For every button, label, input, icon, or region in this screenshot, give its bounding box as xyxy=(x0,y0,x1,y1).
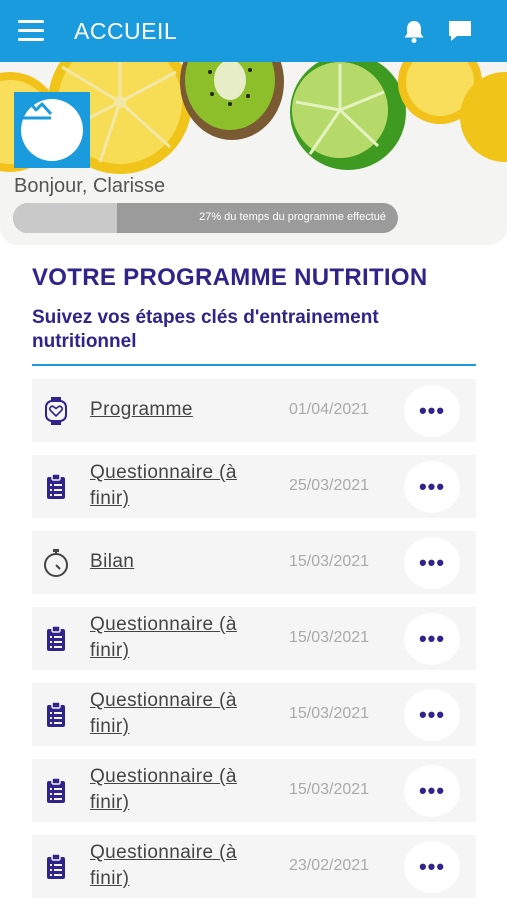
bell-icon[interactable] xyxy=(401,18,427,44)
section-subtitle: Suivez vos étapes clés d'entrainement nu… xyxy=(32,307,379,352)
step-date: 01/04/2021 xyxy=(289,401,370,418)
greeting-text: Bonjour, Clarisse xyxy=(14,175,166,197)
step-link[interactable]: Questionnaire (à finir) xyxy=(90,612,270,664)
step-date: 25/03/2021 xyxy=(289,477,370,494)
step-link[interactable]: Programme xyxy=(90,397,270,423)
step-row[interactable]: Questionnaire (à finir) 15/03/2021 ••• xyxy=(32,683,476,746)
more-options-button[interactable]: ••• xyxy=(404,689,460,741)
step-row[interactable]: Questionnaire (à finir) 15/03/2021 ••• xyxy=(32,759,476,822)
clipboard-icon xyxy=(42,624,70,654)
progress-fill xyxy=(13,203,117,233)
hero-banner: Bonjour, Clarisse 27% du temps du progra… xyxy=(0,62,507,245)
step-row[interactable]: Questionnaire (à finir) 23/02/2021 ••• xyxy=(32,835,476,898)
step-link[interactable]: Bilan xyxy=(90,549,270,575)
step-date: 15/03/2021 xyxy=(289,553,370,570)
step-row[interactable]: Questionnaire (à finir) 15/03/2021 ••• xyxy=(32,607,476,670)
more-options-button[interactable]: ••• xyxy=(404,461,460,513)
divider xyxy=(32,364,476,366)
steps-list: Programme 01/04/2021 ••• Questionnaire (à f… xyxy=(32,379,476,911)
clipboard-icon xyxy=(42,776,70,806)
step-link[interactable]: Questionnaire (à finir) xyxy=(90,840,270,892)
app-logo xyxy=(14,92,90,168)
more-options-button[interactable]: ••• xyxy=(404,841,460,893)
step-date: 15/03/2021 xyxy=(289,629,370,646)
stopwatch-icon xyxy=(42,548,70,578)
clipboard-icon xyxy=(42,700,70,730)
clipboard-icon xyxy=(42,472,70,502)
step-row[interactable]: Questionnaire (à finir) 25/03/2021 ••• xyxy=(32,455,476,518)
clipboard-icon xyxy=(42,852,70,882)
mountain-logo-icon xyxy=(15,98,53,120)
step-link[interactable]: Questionnaire (à finir) xyxy=(90,764,270,816)
step-link[interactable]: Questionnaire (à finir) xyxy=(90,688,270,740)
step-row[interactable]: Programme 01/04/2021 ••• xyxy=(32,379,476,442)
more-options-button[interactable]: ••• xyxy=(404,385,460,437)
more-options-button[interactable]: ••• xyxy=(404,765,460,817)
more-options-button[interactable]: ••• xyxy=(404,613,460,665)
more-options-button[interactable]: ••• xyxy=(404,537,460,589)
step-date: 23/02/2021 xyxy=(289,857,370,874)
step-date: 15/03/2021 xyxy=(289,705,370,722)
message-icon[interactable] xyxy=(446,18,474,44)
top-app-bar: ACCUEIL xyxy=(0,0,507,62)
step-row[interactable]: Bilan 15/03/2021 ••• xyxy=(32,531,476,594)
hamburger-menu-icon[interactable] xyxy=(18,20,44,42)
section-title: VOTRE PROGRAMME NUTRITION xyxy=(32,264,428,291)
program-progress-bar: 27% du temps du programme effectué xyxy=(13,203,398,233)
watch-heart-icon xyxy=(42,396,70,426)
page-title: ACCUEIL xyxy=(74,18,178,44)
progress-label: 27% du temps du programme effectué xyxy=(199,211,386,223)
step-link[interactable]: Questionnaire (à finir) xyxy=(90,460,270,512)
step-date: 15/03/2021 xyxy=(289,781,370,798)
